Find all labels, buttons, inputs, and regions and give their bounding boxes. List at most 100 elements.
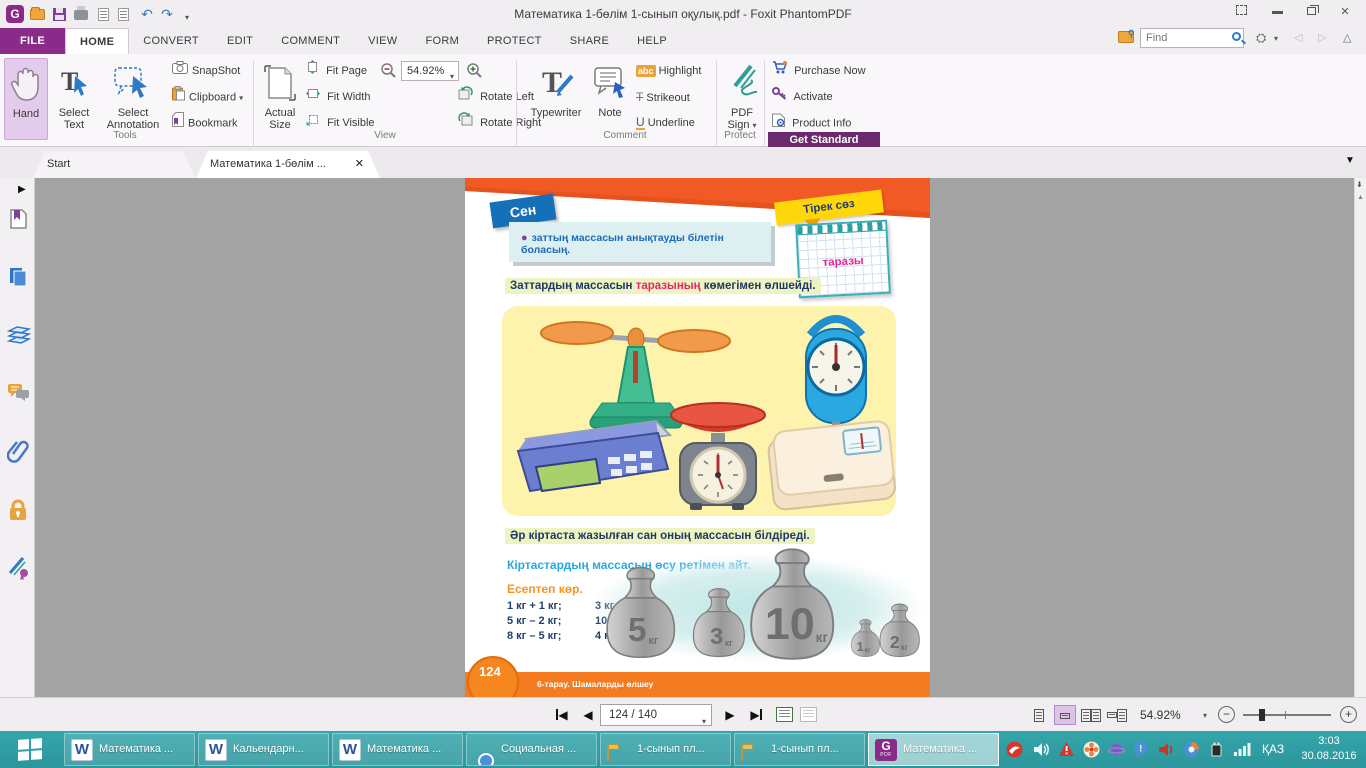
gear-icon[interactable]: ⛭ (1256, 30, 1266, 46)
clipboard-caret[interactable]: ▾ (239, 93, 243, 102)
find-search-icon[interactable] (1232, 32, 1241, 44)
bookmarks-panel-icon[interactable] (7, 208, 29, 230)
note-button[interactable]: Note (592, 58, 628, 140)
taskbar-button-chrome[interactable]: Социальная ... (466, 733, 597, 766)
restore-button[interactable] (1296, 4, 1326, 22)
planet-tray-icon[interactable] (1108, 741, 1125, 761)
flower-tray-icon[interactable] (1083, 741, 1100, 761)
strikeout-button[interactable]: T Strikeout (636, 86, 690, 108)
tab-convert[interactable]: CONVERT (129, 28, 213, 54)
scroll-up-icon[interactable]: ▲ (1357, 194, 1364, 201)
netdrive-tray-icon[interactable] (1183, 741, 1200, 761)
tab-home[interactable]: HOME (65, 28, 129, 54)
search-folder-icon[interactable] (1118, 31, 1134, 46)
zoom-level-combo[interactable]: 54.92% ▾ (401, 61, 459, 81)
snapshot-button[interactable]: SnapShot (172, 60, 240, 82)
start-button[interactable] (0, 731, 62, 768)
print-icon[interactable] (72, 5, 90, 23)
tab-help[interactable]: HELP (623, 28, 681, 54)
open-icon[interactable] (28, 5, 46, 23)
collapse-ribbon-icon[interactable]: △ (1343, 31, 1351, 44)
activate-button[interactable]: Activate (772, 86, 833, 108)
next-page-button[interactable]: ▶ (718, 705, 742, 725)
loudspeaker-tray-icon[interactable] (1158, 741, 1175, 761)
doc-tab-document[interactable]: Математика 1-бөлім ... ✕ (196, 151, 380, 178)
zoom-combo-caret[interactable]: ▾ (450, 68, 454, 86)
tab-edit[interactable]: EDIT (213, 28, 267, 54)
undo-icon[interactable]: ↶ (138, 5, 156, 23)
antivirus-tray-icon[interactable] (1006, 741, 1023, 761)
purchase-now-button[interactable]: Purchase Now (772, 60, 866, 82)
taskbar-button-folder-1[interactable]: 1-сынып пл... (600, 733, 731, 766)
facing-layout-icon[interactable] (1080, 705, 1102, 725)
tab-form[interactable]: FORM (411, 28, 473, 54)
taskbar-clock[interactable]: 3:03 30.08.2016 (1298, 734, 1360, 764)
pages-panel-icon[interactable] (7, 266, 29, 288)
zoom-slider-thumb[interactable] (1259, 709, 1265, 721)
close-button[interactable]: ✕ (1330, 4, 1360, 22)
taskbar-button-folder-2[interactable]: 1-сынып пл... (734, 733, 865, 766)
previous-page-button[interactable]: ◀ (576, 705, 600, 725)
attachments-panel-icon[interactable] (7, 440, 29, 462)
messenger-tray-icon[interactable]: ! (1133, 741, 1150, 761)
zoom-in-icon[interactable] (466, 62, 483, 82)
find-input[interactable] (1140, 28, 1244, 48)
new-document-icon[interactable]: ✱ (114, 5, 132, 23)
taskbar-button-foxit[interactable]: GPDF Математика ... (868, 733, 999, 766)
continuous-facing-layout-icon[interactable] (1106, 705, 1128, 725)
comments-panel-icon[interactable] (7, 382, 29, 404)
rotate-left-button[interactable]: Rotate Left (458, 86, 534, 108)
expand-panel-arrow-icon[interactable]: ▶ (18, 184, 26, 195)
clipboard-button[interactable]: Clipboard ▾ (172, 86, 243, 108)
power-tray-icon[interactable] (1208, 741, 1225, 761)
email-icon[interactable] (94, 5, 112, 23)
language-indicator[interactable]: ҚАЗ (1262, 742, 1284, 756)
vertical-scrollbar[interactable]: ⇟ ▲ (1354, 178, 1366, 697)
foxit-app-icon[interactable]: G (6, 5, 24, 23)
find-options-caret[interactable]: ▾ (1274, 34, 1278, 43)
tab-share[interactable]: SHARE (556, 28, 623, 54)
warning-tray-icon[interactable] (1058, 741, 1075, 761)
taskbar-button-word-2[interactable]: W Кальендарн... (198, 733, 329, 766)
qat-customize-caret[interactable]: ▾ (178, 9, 196, 27)
page-combo-caret[interactable]: ▾ (702, 712, 706, 732)
pdf-sign-caret[interactable]: ▾ (753, 121, 757, 130)
minimize-button[interactable] (1262, 4, 1292, 22)
status-zoom-caret[interactable]: ▾ (1203, 711, 1207, 720)
select-annotation-button[interactable]: Select Annotation (100, 58, 166, 140)
tab-list-caret[interactable]: ▼ (1345, 155, 1355, 166)
hand-tool-button[interactable]: Hand (4, 58, 48, 140)
layers-panel-icon[interactable] (7, 324, 29, 346)
product-info-button[interactable]: Product Info (772, 112, 851, 134)
zoom-out-icon[interactable] (380, 62, 397, 82)
security-panel-icon[interactable] (7, 498, 29, 520)
taskbar-button-word-1[interactable]: W Математика ... (64, 733, 195, 766)
page-number-combo[interactable]: 124 / 140 ▾ (600, 704, 712, 726)
previous-view-icon[interactable] (776, 707, 793, 722)
fit-page-button[interactable]: Fit Page (306, 60, 367, 82)
typewriter-button[interactable]: T Typewriter (524, 58, 588, 140)
zoom-in-button[interactable]: + (1340, 706, 1357, 723)
network-signal-tray-icon[interactable] (1233, 741, 1252, 761)
zoom-out-button[interactable]: − (1218, 706, 1235, 723)
tab-file[interactable]: FILE (0, 28, 65, 54)
actual-size-button[interactable]: Actual Size (258, 58, 302, 140)
first-page-button[interactable]: ◀ (550, 705, 574, 725)
signature-panel-icon[interactable] (7, 556, 29, 578)
highlight-button[interactable]: abc Highlight (636, 60, 701, 82)
select-text-button[interactable]: T Select Text (50, 58, 98, 140)
taskbar-button-word-3[interactable]: W Математика ... (332, 733, 463, 766)
single-page-layout-icon[interactable] (1028, 705, 1050, 725)
tab-view[interactable]: VIEW (354, 28, 411, 54)
scrollbar-split-icon[interactable]: ⇟ (1356, 180, 1363, 189)
redo-icon[interactable]: ↷ (158, 5, 176, 23)
fit-width-button[interactable]: Fit Width (306, 86, 370, 108)
tab-comment[interactable]: COMMENT (267, 28, 354, 54)
doc-tab-start[interactable]: Start (33, 151, 195, 178)
continuous-layout-icon[interactable] (1054, 705, 1076, 725)
pdf-sign-button[interactable]: PDF Sign ▾ (722, 58, 762, 140)
close-tab-icon[interactable]: ✕ (355, 151, 364, 178)
zoom-slider[interactable] (1243, 714, 1331, 716)
last-page-button[interactable]: ▶ (744, 705, 768, 725)
fullscreen-button[interactable] (1226, 4, 1256, 22)
